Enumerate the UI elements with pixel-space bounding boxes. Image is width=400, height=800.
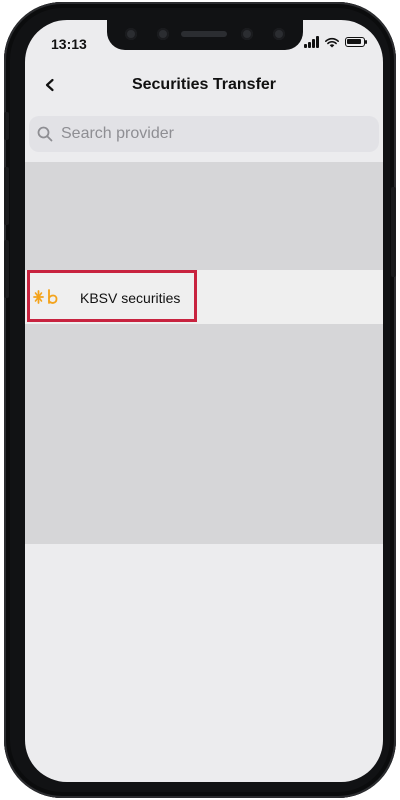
side-button-volume-up [4, 167, 9, 225]
provider-name: KBSV securities [80, 290, 181, 306]
search-bar[interactable] [29, 116, 379, 152]
battery-icon [345, 37, 367, 47]
camera-dot [125, 28, 137, 40]
side-button-mute [4, 112, 9, 140]
wifi-icon [325, 37, 339, 48]
camera-dot [241, 28, 253, 40]
side-button-power [391, 187, 396, 277]
side-button-volume-down [4, 240, 9, 298]
cellular-signal-icon [304, 36, 319, 48]
page-title: Securities Transfer [131, 76, 277, 93]
screen: 13:13 Securities Transfer Search provide… [25, 20, 383, 782]
search-input[interactable] [59, 124, 363, 144]
camera-dot [273, 28, 285, 40]
status-icons [304, 36, 367, 48]
camera-dot [157, 28, 169, 40]
status-bar: 13:13 [25, 20, 383, 64]
earpiece-speaker [181, 31, 227, 37]
notch [107, 20, 303, 50]
search-icon [37, 126, 53, 142]
status-time: 13:13 [51, 36, 87, 52]
results-overlay [25, 162, 383, 544]
nav-bar: Securities Transfer [25, 64, 383, 108]
phone-frame: 13:13 Securities Transfer Search provide… [4, 2, 396, 798]
kbsv-logo-icon [33, 289, 58, 304]
